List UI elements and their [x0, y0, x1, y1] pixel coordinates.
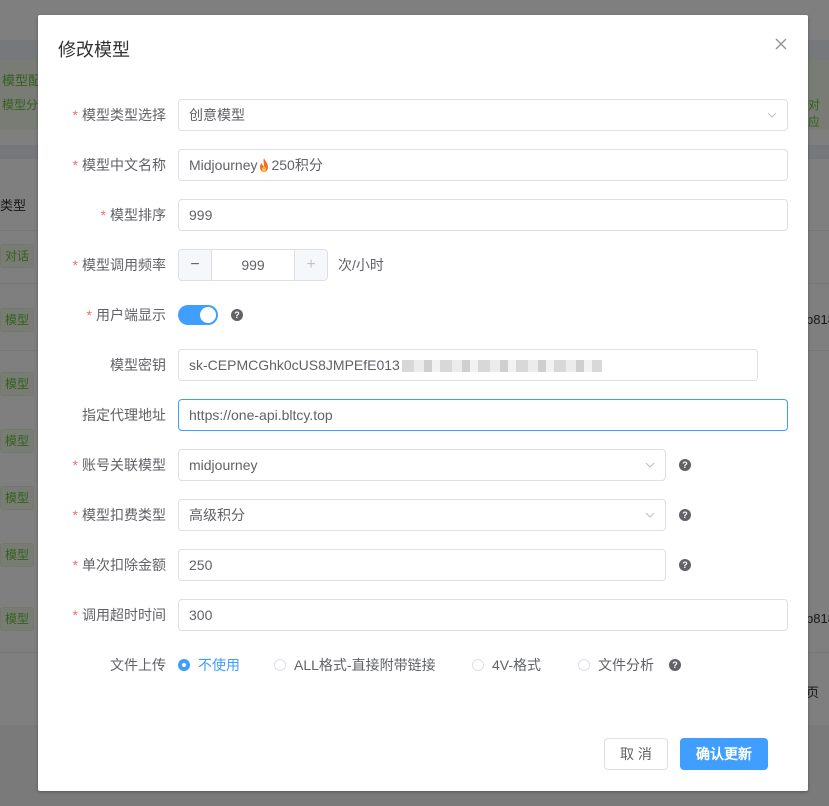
form-label-text: 模型扣费类型 [82, 507, 166, 523]
radio-option-file-analysis[interactable]: 文件分析 [578, 649, 654, 681]
form-label-text: 用户端显示 [96, 307, 166, 323]
form-label: * 模型类型选择 [73, 99, 166, 131]
form-row-timeout: * 调用超时时间 300 [38, 599, 808, 631]
form-label: * 调用超时时间 [73, 599, 166, 631]
question-icon[interactable]: ? [679, 459, 691, 471]
radio-circle [578, 659, 590, 672]
form-row-linked-model: * 账号关联模型 midjourney ? [38, 449, 808, 481]
dialog-title: 修改模型 [58, 40, 130, 60]
select-value: midjourney [189, 457, 258, 473]
fire-icon [260, 158, 269, 172]
input-value: 300 [189, 607, 213, 623]
timeout-input[interactable]: 300 [178, 599, 788, 631]
confirm-update-button[interactable]: 确认更新 [680, 738, 768, 770]
required-mark: * [100, 207, 106, 223]
form-label-text: 模型调用频率 [82, 257, 166, 273]
select-value: 创意模型 [189, 107, 245, 123]
radio-label: 4V-格式 [492, 657, 542, 673]
model-key-input[interactable]: sk-CEPMCGhk0cUS8JMPEfE013 [178, 349, 758, 381]
required-mark: * [72, 507, 78, 523]
required-mark: * [72, 107, 78, 123]
chevron-down-icon [645, 512, 655, 518]
form-label: 文件上传 [110, 649, 166, 681]
cancel-button[interactable]: 取 消 [604, 738, 668, 770]
form-label: * 账号关联模型 [73, 449, 166, 481]
required-mark: * [72, 157, 78, 173]
edit-model-dialog: 修改模型 * 模型类型选择 创意模型 * 模型中文名称 Midjourney 250积… [38, 15, 808, 791]
form-row-deduct-type: * 模型扣费类型 高级积分 ? [38, 499, 808, 531]
question-icon[interactable]: ? [231, 309, 243, 321]
required-mark: * [86, 307, 92, 323]
input-value: 999 [189, 207, 213, 223]
form-label-text: 账号关联模型 [82, 457, 166, 473]
form-row-user-display: * 用户端显示 ? [38, 299, 808, 331]
form-row-proxy-url: 指定代理地址 https://one-api.bltcy.top [38, 399, 808, 431]
form-label-text: 模型类型选择 [82, 107, 166, 123]
decrement-button[interactable]: − [179, 250, 212, 280]
required-mark: * [72, 257, 78, 273]
form-row-call-frequency: * 模型调用频率 − 999 + 次/小时 [38, 249, 808, 281]
radio-option-4v-format[interactable]: 4V-格式 [472, 649, 541, 681]
form-row-model-type: * 模型类型选择 创意模型 [38, 99, 808, 131]
question-icon[interactable]: ? [669, 659, 681, 671]
increment-button[interactable]: + [294, 250, 327, 280]
form-label: * 模型排序 [101, 199, 166, 231]
form-row-model-name: * 模型中文名称 Midjourney 250积分 [38, 149, 808, 181]
model-type-select[interactable]: 创意模型 [178, 99, 788, 131]
form-label-text: 单次扣除金额 [82, 557, 166, 573]
call-frequency-stepper: − 999 + [178, 249, 328, 281]
chevron-down-icon [767, 112, 777, 118]
radio-label: 文件分析 [598, 657, 654, 673]
user-display-toggle[interactable] [178, 305, 218, 325]
form-label: 指定代理地址 [82, 399, 166, 431]
radio-circle [274, 659, 286, 672]
radio-label: ALL格式-直接附带链接 [294, 657, 436, 673]
form-label: 模型密钥 [110, 349, 166, 381]
radio-circle [472, 659, 484, 672]
proxy-url-input[interactable]: https://one-api.bltcy.top [178, 399, 788, 431]
form-label: * 模型中文名称 [73, 149, 166, 181]
deduct-amount-input[interactable]: 250 [178, 549, 666, 581]
input-value: https://one-api.bltcy.top [189, 407, 333, 423]
form-label-text: 指定代理地址 [82, 407, 166, 423]
required-mark: * [72, 557, 78, 573]
required-mark: * [72, 457, 78, 473]
input-value-prefix: Midjourney [189, 157, 258, 173]
form-label: * 模型扣费类型 [73, 499, 166, 531]
form-row-model-key: 模型密钥 sk-CEPMCGhk0cUS8JMPEfE013 [38, 349, 808, 381]
question-icon[interactable]: ? [679, 509, 691, 521]
deduct-type-select[interactable]: 高级积分 [178, 499, 666, 531]
input-value-suffix: 250积分 [271, 157, 323, 173]
form-row-deduct-amount: * 单次扣除金额 250 ? [38, 549, 808, 581]
select-value: 高级积分 [189, 507, 245, 523]
form-label-text: 文件上传 [110, 657, 166, 673]
form-label-text: 模型排序 [110, 207, 166, 223]
radio-label: 不使用 [198, 657, 240, 673]
form-row-file-upload: 文件上传 不使用 ALL格式-直接附带链接 4V-格式 文件分析 ? [38, 649, 808, 681]
radio-circle [178, 659, 190, 672]
model-order-input[interactable]: 999 [178, 199, 788, 231]
question-icon[interactable]: ? [679, 559, 691, 571]
required-mark: * [72, 607, 78, 623]
form-label-text: 调用超时时间 [82, 607, 166, 623]
form-label-text: 模型密钥 [110, 357, 166, 373]
form-label: * 用户端显示 [87, 299, 166, 331]
form-label-text: 模型中文名称 [82, 157, 166, 173]
stepper-value[interactable]: 999 [212, 250, 294, 280]
form-label: * 模型调用频率 [73, 249, 166, 281]
radio-option-none[interactable]: 不使用 [178, 649, 240, 681]
chevron-down-icon [645, 462, 655, 468]
toggle-knob [200, 307, 216, 323]
linked-model-select[interactable]: midjourney [178, 449, 666, 481]
redacted-blur [401, 360, 602, 373]
frequency-unit: 次/小时 [338, 257, 384, 273]
radio-option-all-format[interactable]: ALL格式-直接附带链接 [274, 649, 436, 681]
form-label: * 单次扣除金额 [73, 549, 166, 581]
model-name-input[interactable]: Midjourney 250积分 [178, 149, 788, 181]
input-value: 250 [189, 557, 213, 573]
close-icon[interactable] [774, 37, 788, 51]
input-value: sk-CEPMCGhk0cUS8JMPEfE013 [189, 357, 400, 373]
form-row-model-order: * 模型排序 999 [38, 199, 808, 231]
